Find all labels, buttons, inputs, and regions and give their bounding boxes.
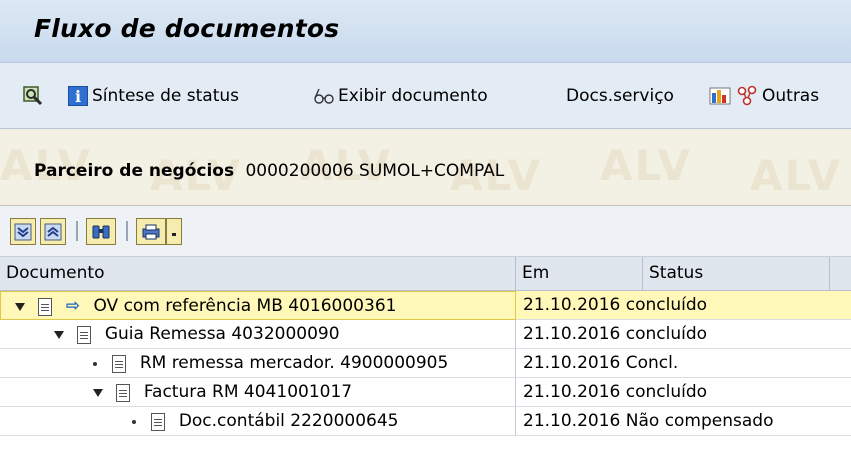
date-value: 21.10.2016 (523, 382, 621, 402)
status-value: concluído (625, 382, 708, 402)
document-label: Doc.contábil 2220000645 (178, 411, 399, 431)
arrow-right-icon: ⇨ (65, 296, 81, 316)
table-row[interactable]: Guia Remessa 4032000090 21.10.2016 concl… (0, 320, 851, 349)
show-document-label: Exibir documento (338, 86, 488, 106)
table-row[interactable]: RM remessa mercador. 4900000905 21.10.20… (0, 349, 851, 378)
document-cell: RM remessa mercador. 4900000905 (0, 349, 516, 378)
page-title: Fluxo de documentos (34, 14, 340, 43)
info-icon: i (68, 86, 88, 106)
expanded-node-icon[interactable] (54, 330, 64, 339)
grid-toolbar (0, 206, 851, 256)
document-cell: Doc.contábil 2220000645 (0, 407, 516, 436)
other-button[interactable]: Outras (736, 83, 819, 109)
find-icon (23, 86, 43, 106)
document-label: Factura RM 4041001017 (143, 382, 353, 402)
document-label: RM remessa mercador. 4900000905 (139, 353, 449, 373)
report-button[interactable] (708, 83, 732, 109)
document-icon (112, 354, 127, 373)
show-document-button[interactable]: Exibir documento (312, 83, 488, 109)
binoculars-icon (92, 225, 110, 238)
document-icon (77, 325, 92, 344)
find-button[interactable] (22, 83, 46, 109)
table-row[interactable]: Doc.contábil 2220000645 21.10.2016 Não c… (0, 407, 851, 436)
date-value: 21.10.2016 (523, 324, 621, 344)
column-header-date[interactable]: Em (516, 257, 643, 290)
status-value: Não compensado (625, 411, 774, 431)
expand-all-button[interactable] (10, 218, 36, 245)
status-value: Concl. (625, 353, 679, 373)
expanded-node-icon[interactable] (93, 388, 103, 397)
date-status-cell: 21.10.2016 concluído (516, 291, 851, 320)
business-partner: Parceiro de negócios 0000200006 SUMOL+CO… (34, 161, 504, 181)
grid-header: Documento Em Status (0, 256, 851, 291)
toolbar-separator (126, 221, 128, 241)
table-row[interactable]: Factura RM 4041001017 21.10.2016 concluí… (0, 378, 851, 407)
leaf-node-icon (132, 419, 136, 424)
print-button[interactable] (136, 218, 166, 245)
table-row[interactable]: ⇨ OV com referência MB 4016000361 21.10.… (0, 291, 851, 320)
document-label: OV com referência MB 4016000361 (93, 296, 397, 316)
status-synopsis-button[interactable]: i Síntese de status (68, 83, 239, 109)
document-icon (38, 297, 53, 316)
column-header-status[interactable]: Status (643, 257, 830, 290)
network-icon (737, 85, 757, 106)
column-header-document[interactable]: Documento (0, 257, 516, 290)
document-icon (151, 412, 166, 431)
application-toolbar: i Síntese de status Exibir documento Doc… (0, 63, 851, 129)
document-cell: Factura RM 4041001017 (0, 378, 516, 407)
expanded-node-icon[interactable] (15, 302, 25, 311)
document-icon (116, 383, 131, 402)
date-value: 21.10.2016 (523, 295, 621, 315)
date-status-cell: 21.10.2016 concluído (516, 320, 851, 349)
collapse-all-button[interactable] (40, 218, 66, 245)
print-dropdown-button[interactable] (166, 218, 182, 245)
leaf-node-icon (93, 361, 97, 366)
status-value: concluído (625, 295, 708, 315)
date-status-cell: 21.10.2016 Concl. (516, 349, 851, 378)
document-cell: ⇨ OV com referência MB 4016000361 (0, 291, 516, 320)
dropdown-icon (172, 232, 176, 236)
header-panel: ALV ALV ALV ALV ALV ALV Parceiro de negó… (0, 129, 851, 206)
title-bar: Fluxo de documentos (0, 0, 851, 63)
date-status-cell: 21.10.2016 concluído (516, 378, 851, 407)
other-label: Outras (762, 86, 820, 106)
find-in-grid-button[interactable] (86, 218, 116, 245)
status-value: concluído (625, 324, 708, 344)
date-value: 21.10.2016 (523, 353, 621, 373)
report-icon (709, 87, 731, 105)
service-docs-button[interactable]: Docs.serviço (566, 83, 674, 109)
service-docs-label: Docs.serviço (566, 86, 674, 106)
expand-all-icon (14, 223, 32, 240)
status-synopsis-label: Síntese de status (92, 86, 240, 106)
date-value: 21.10.2016 (523, 411, 621, 431)
partner-label: Parceiro de negócios (34, 161, 235, 181)
collapse-all-icon (44, 223, 62, 240)
document-cell: Guia Remessa 4032000090 (0, 320, 516, 349)
print-icon (142, 224, 160, 239)
document-label: Guia Remessa 4032000090 (104, 324, 340, 344)
toolbar-separator (76, 221, 78, 241)
partner-value: 0000200006 SUMOL+COMPAL (245, 161, 505, 181)
date-status-cell: 21.10.2016 Não compensado (516, 407, 851, 436)
glasses-icon (314, 88, 334, 104)
